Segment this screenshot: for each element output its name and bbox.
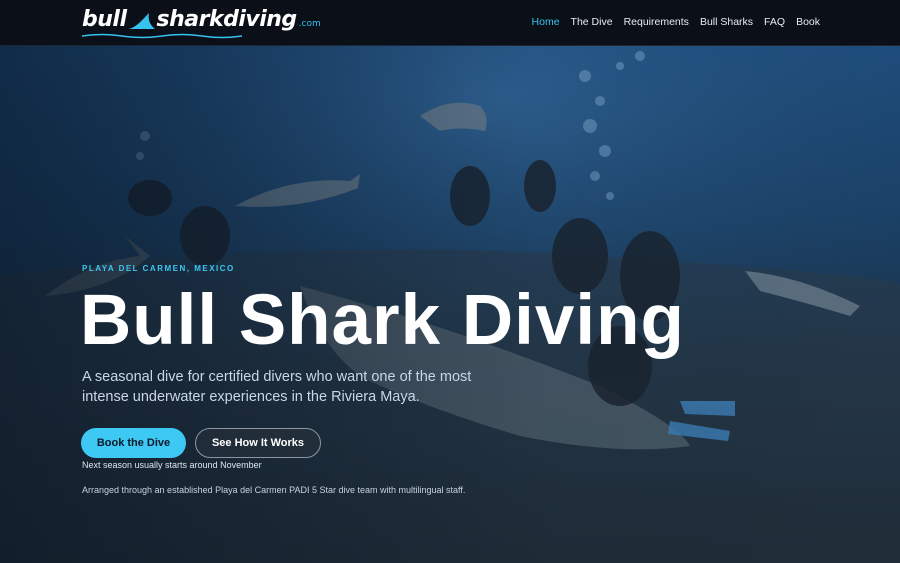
nav-the-dive[interactable]: The Dive	[571, 16, 613, 28]
location-eyebrow: PLAYA DEL CARMEN, MEXICO	[82, 264, 235, 273]
see-how-it-works-button[interactable]: See How It Works	[195, 428, 321, 458]
hero-section: PLAYA DEL CARMEN, MEXICO Bull Shark Divi…	[0, 46, 900, 563]
season-note: Next season usually starts around Novemb…	[82, 460, 262, 470]
nav-home[interactable]: Home	[532, 16, 560, 28]
nav-book[interactable]: Book	[796, 16, 820, 28]
top-navigation: bull sharkdiving .com Home The Dive Requ…	[0, 0, 900, 46]
hero-subtitle: A seasonal dive for certified divers who…	[82, 369, 472, 405]
wave-underline-icon	[82, 33, 242, 39]
logo-text-bull: bull	[82, 7, 127, 32]
shark-fin-icon	[128, 13, 155, 29]
nav-requirements[interactable]: Requirements	[624, 16, 689, 28]
logo-text-sharkdiving: sharkdiving	[156, 7, 298, 32]
site-logo[interactable]: bull sharkdiving .com	[82, 7, 321, 39]
hero-title: Bull Shark Diving	[80, 281, 685, 360]
logo-tld: .com	[298, 19, 321, 29]
nav-faq[interactable]: FAQ	[764, 16, 785, 28]
nav-bull-sharks[interactable]: Bull Sharks	[700, 16, 753, 28]
main-menu: Home The Dive Requirements Bull Sharks F…	[532, 16, 820, 28]
dive-operator-note: Arranged through an established Playa de…	[82, 485, 466, 495]
book-the-dive-button[interactable]: Book the Dive	[81, 428, 186, 458]
